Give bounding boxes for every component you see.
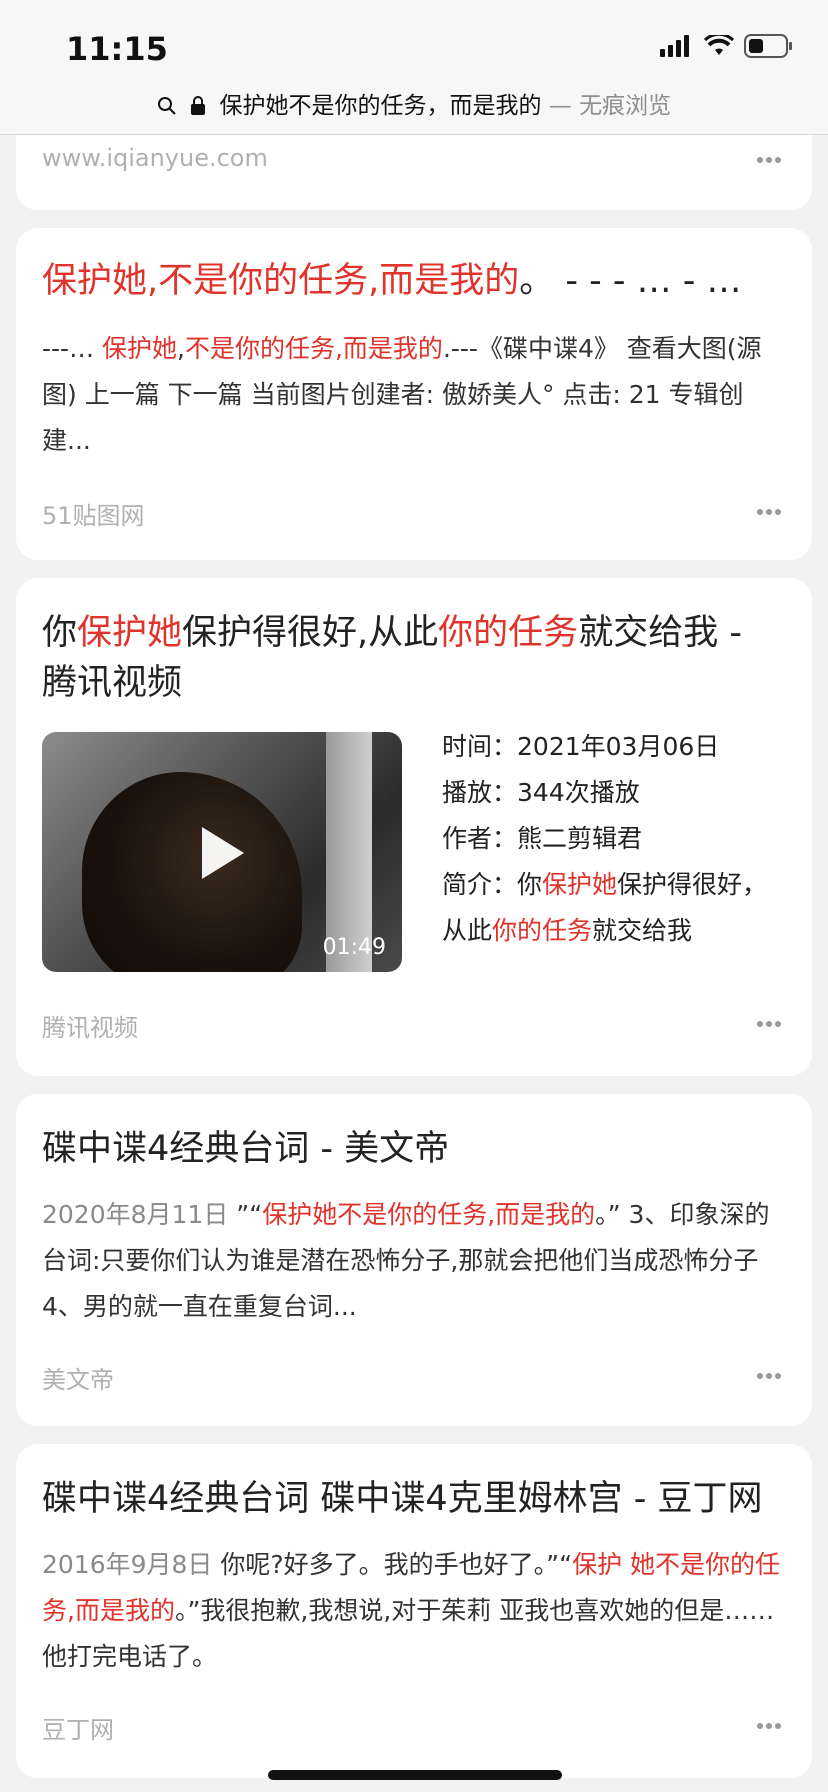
result-title[interactable]: 碟中谍4经典台词 - 美文帝 [42,1124,786,1174]
browser-top-bar: 11:15 保护她不是你的任务，而是我的 — 无痕浏览 [0,0,828,135]
wifi-icon [704,35,734,55]
meta-intro: 简介：你保护她保护得很好，从此你的任务就交给我 [442,870,768,945]
home-indicator[interactable] [268,1770,562,1780]
cellular-signal-icon [660,35,689,57]
meta-plays: 播放：344次播放 [442,778,640,807]
meta-time: 时间：2021年03月06日 [442,732,720,761]
battery-icon [744,34,792,58]
video-thumbnail[interactable]: 01:49 [42,732,402,972]
result-snippet: 2020年8月11日 ”“保护她不是你的任务,而是我的。” 3、印象深的台词:只… [42,1200,770,1321]
result-card[interactable]: 保护她,不是你的任务,而是我的。 - - - … - … ---… 保护她,不是… [16,228,812,560]
more-options-icon[interactable] [756,156,782,164]
video-result-card[interactable]: 你保护她保护得很好,从此你的任务就交给我 - 腾讯视频 01:49 时间：202… [16,578,812,1076]
result-snippet: ---… 保护她,不是你的任务,而是我的.---《碟中谍4》 查看大图(源图) … [42,334,762,455]
more-options-icon[interactable] [756,508,782,516]
status-icons [660,34,794,58]
result-source: 51贴图网 [42,502,145,530]
play-icon[interactable] [202,827,244,879]
status-time: 11:15 [66,30,168,68]
result-source: 腾讯视频 [42,1014,138,1042]
video-meta: 时间：2021年03月06日 播放：344次播放 作者：熊二剪辑君 简介：你保护… [442,724,786,954]
meta-author: 作者：熊二剪辑君 [442,824,643,853]
result-card[interactable]: 碟中谍4经典台词 碟中谍4克里姆林宫 - 豆丁网 2016年9月8日 你呢?好多… [16,1444,812,1778]
result-title[interactable]: 保护她,不是你的任务,而是我的。 - - - … - … [42,256,786,306]
result-source: 豆丁网 [42,1716,114,1744]
thumbnail-subject [82,772,302,972]
result-source: 美文帝 [42,1366,114,1394]
more-options-icon[interactable] [756,1372,782,1380]
address-text: 保护她不是你的任务，而是我的 [219,93,542,119]
lock-icon [191,96,206,115]
search-icon [157,97,176,115]
result-title[interactable]: 碟中谍4经典台词 碟中谍4克里姆林宫 - 豆丁网 [42,1474,786,1524]
result-card[interactable]: 碟中谍4经典台词 - 美文帝 2020年8月11日 ”“保护她不是你的任务,而是… [16,1094,812,1426]
more-options-icon[interactable] [756,1722,782,1730]
address-bar[interactable]: 保护她不是你的任务，而是我的 — 无痕浏览 [0,86,828,120]
video-duration: 01:49 [322,935,386,960]
result-title[interactable]: 你保护她保护得很好,从此你的任务就交给我 - 腾讯视频 [42,608,786,708]
more-options-icon[interactable] [756,1020,782,1028]
result-source: www.iqianyue.com [42,144,268,172]
result-snippet: 2016年9月8日 你呢?好多了。我的手也好了。”“保护 她不是你的任务,而是我… [42,1550,781,1671]
private-mode-label: — 无痕浏览 [541,93,672,119]
